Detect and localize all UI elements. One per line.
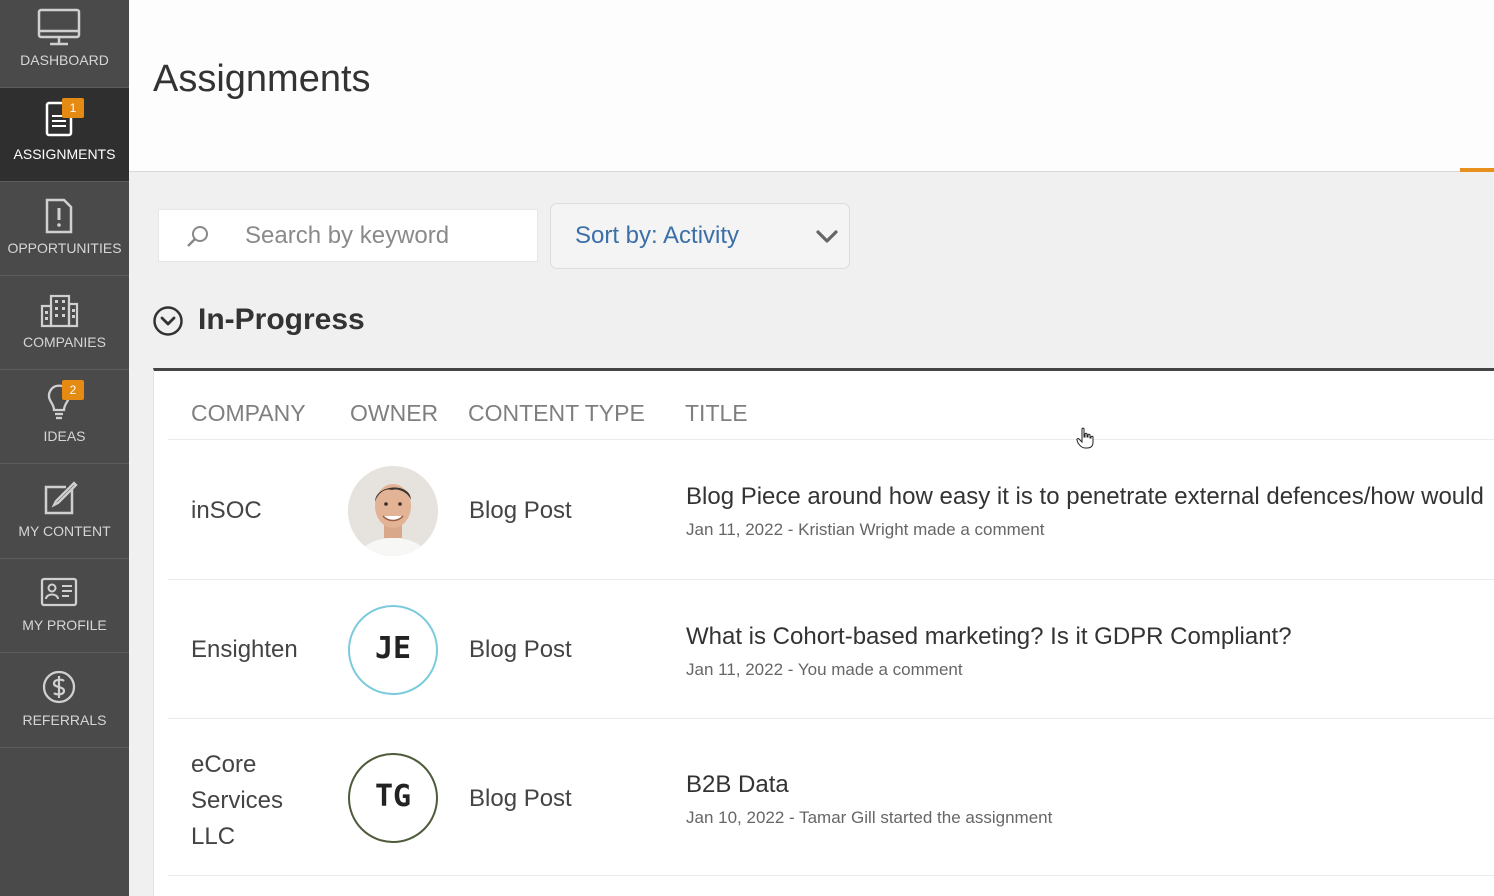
search-box xyxy=(158,209,538,262)
sidebar-item-label: COMPANIES xyxy=(23,334,106,350)
sidebar-item-label: ASSIGNMENTS xyxy=(13,146,116,162)
activity-meta: Jan 10, 2022 - Tamar Gill started the as… xyxy=(686,808,1053,827)
sidebar-item-companies[interactable]: COMPANIES xyxy=(0,276,129,370)
sidebar-item-dashboard[interactable]: DASHBOARD xyxy=(0,0,129,88)
page-header: Assignments xyxy=(129,0,1494,172)
sidebar-item-assignments[interactable]: 1 ASSIGNMENTS xyxy=(0,88,129,182)
building-icon xyxy=(36,284,82,328)
sidebar-item-my-profile[interactable]: MY PROFILE xyxy=(0,559,129,653)
sidebar: DASHBOARD 1 ASSIGNMENTS OPPORTUNITIES CO… xyxy=(0,0,129,896)
sidebar-item-opportunities[interactable]: OPPORTUNITIES xyxy=(0,182,129,276)
company-name: Ensighten xyxy=(191,636,298,663)
sort-dropdown[interactable]: Sort by: Activity xyxy=(550,203,850,269)
sidebar-item-my-content[interactable]: MY CONTENT xyxy=(0,465,129,559)
column-header-owner[interactable]: OWNER xyxy=(350,400,438,427)
collapse-toggle-icon[interactable] xyxy=(152,305,184,337)
table-row[interactable]: inSOC Blog Post Blog Piece around how ea… xyxy=(168,439,1494,579)
sort-label: Sort by: Activity xyxy=(575,222,740,249)
section-title: In-Progress xyxy=(198,303,365,336)
assignment-title-link[interactable]: B2B Data xyxy=(686,771,789,799)
monitor-icon xyxy=(36,4,82,48)
header-accent-bar xyxy=(1460,168,1494,172)
edit-icon xyxy=(36,473,82,517)
column-header-company[interactable]: COMPANY xyxy=(191,400,306,427)
table-row[interactable]: eCore Services LLC TG Blog Post B2B Data… xyxy=(168,718,1494,876)
alert-document-icon xyxy=(36,190,82,234)
content-type: Blog Post xyxy=(469,785,572,812)
avatar: TG xyxy=(348,753,438,843)
column-header-content-type[interactable]: CONTENT TYPE xyxy=(468,400,645,427)
id-card-icon xyxy=(36,567,82,611)
chevron-down-icon xyxy=(815,225,839,249)
assignment-title-link[interactable]: Blog Piece around how easy it is to pene… xyxy=(686,483,1484,511)
avatar xyxy=(348,466,438,556)
page-title: Assignments xyxy=(153,58,371,100)
sidebar-item-label: OPPORTUNITIES xyxy=(7,240,122,256)
sidebar-item-label: MY CONTENT xyxy=(18,523,111,539)
search-icon xyxy=(185,224,211,250)
assignment-title-link[interactable]: What is Cohort-based marketing? Is it GD… xyxy=(686,623,1292,651)
dollar-icon xyxy=(36,662,82,706)
search-input[interactable] xyxy=(245,219,525,253)
sidebar-item-label: IDEAS xyxy=(43,428,86,444)
hand-cursor-icon xyxy=(1076,427,1094,449)
sidebar-item-ideas[interactable]: 2 IDEAS xyxy=(0,370,129,464)
assignments-table: COMPANY OWNER CONTENT TYPE TITLE inSOC B… xyxy=(153,368,1494,896)
company-name: eCore Services LLC xyxy=(191,751,284,850)
sidebar-item-label: MY PROFILE xyxy=(22,617,107,633)
content-type: Blog Post xyxy=(469,497,572,524)
table-row[interactable]: Ensighten JE Blog Post What is Cohort-ba… xyxy=(168,579,1494,718)
content-type: Blog Post xyxy=(469,636,572,663)
company-name: inSOC xyxy=(191,497,262,524)
assignments-badge: 1 xyxy=(62,98,84,118)
activity-meta: Jan 11, 2022 - You made a comment xyxy=(686,660,963,679)
sidebar-item-label: REFERRALS xyxy=(22,712,107,728)
column-header-title[interactable]: TITLE xyxy=(685,400,748,427)
sidebar-item-referrals[interactable]: REFERRALS xyxy=(0,654,129,748)
ideas-badge: 2 xyxy=(62,380,84,400)
avatar: JE xyxy=(348,605,438,695)
sidebar-item-label: DASHBOARD xyxy=(20,52,109,68)
activity-meta: Jan 11, 2022 - Kristian Wright made a co… xyxy=(686,520,1045,539)
